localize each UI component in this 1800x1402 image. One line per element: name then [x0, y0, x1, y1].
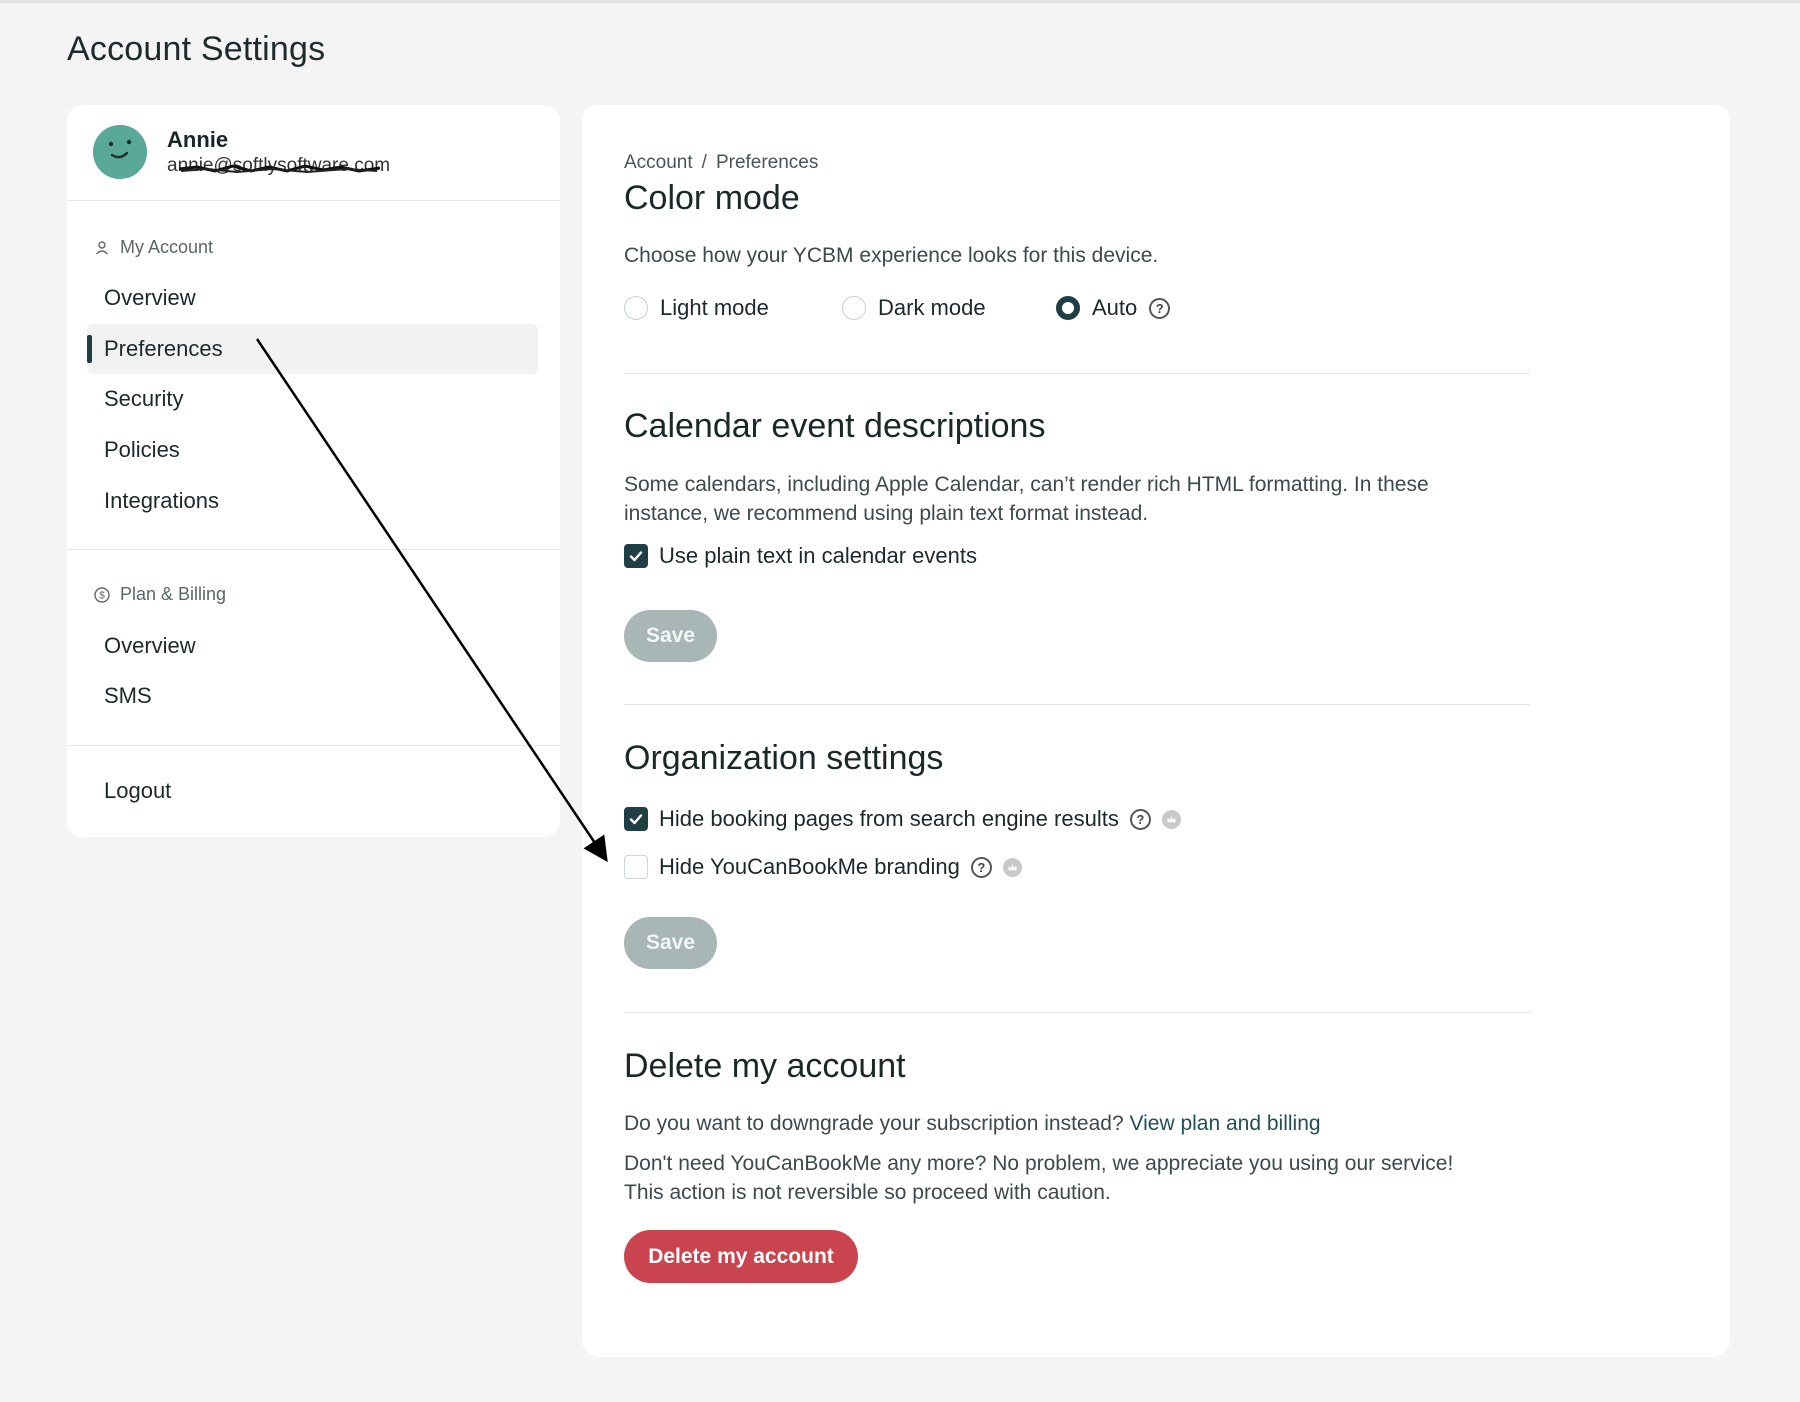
save-organization-button[interactable]: Save	[624, 917, 717, 969]
delete-account-title: Delete my account	[624, 1047, 906, 1085]
organization-settings-title: Organization settings	[624, 739, 944, 777]
radio-label: Dark mode	[878, 295, 986, 320]
color-mode-title: Color mode	[624, 179, 800, 217]
sidebar-item-billing-overview[interactable]: Overview	[87, 621, 538, 671]
color-mode-description: Choose how your YCBM experience looks fo…	[624, 244, 1159, 267]
checkmark-icon	[629, 814, 643, 825]
my-account-heading: My Account	[94, 237, 213, 258]
top-border	[0, 0, 1800, 3]
hide-search-results-checkbox[interactable]	[624, 807, 648, 831]
preferences-panel: Account / Preferences Color mode Choose ho…	[582, 105, 1730, 1357]
help-icon[interactable]: ?	[1149, 297, 1171, 319]
sidebar-item-security[interactable]: Security	[87, 374, 538, 424]
hide-search-results-row[interactable]: Hide booking pages from search engine re…	[624, 806, 1181, 832]
sidebar-item-sms[interactable]: SMS	[87, 671, 538, 721]
delete-warning-line2: This action is not reversible so proceed…	[624, 1181, 1111, 1204]
page-title: Account Settings	[67, 30, 326, 68]
sidebar-item-preferences[interactable]: Preferences	[87, 324, 538, 374]
email-redaction-scribble	[178, 164, 381, 174]
premium-crown-icon	[1161, 809, 1181, 829]
delete-warning-line1: Don't need YouCanBookMe any more? No pro…	[624, 1152, 1454, 1175]
hide-branding-checkbox[interactable]	[624, 855, 648, 879]
logout-link[interactable]: Logout	[87, 766, 538, 816]
radio-circle[interactable]	[624, 296, 648, 320]
profile-header: Annie annie@softlysoftware.com	[67, 105, 560, 201]
calendar-description-line1: Some calendars, including Apple Calendar…	[624, 473, 1429, 496]
radio-circle[interactable]	[842, 296, 866, 320]
breadcrumb-current: Preferences	[715, 152, 819, 173]
auto-mode-radio[interactable]: Auto ?	[1056, 295, 1171, 321]
view-plan-billing-link[interactable]: View plan and billing	[1129, 1112, 1320, 1135]
save-calendar-button[interactable]: Save	[624, 610, 717, 662]
sidebar-item-policies[interactable]: Policies	[87, 425, 538, 475]
my-account-heading-label: My Account	[120, 237, 214, 257]
sidebar-item-overview[interactable]: Overview	[87, 273, 538, 323]
dark-mode-radio[interactable]: Dark mode	[842, 295, 1056, 321]
calendar-description-line2: instance, we recommend using plain text …	[624, 502, 1149, 525]
color-mode-options: Light mode Dark mode Auto ?	[624, 290, 1171, 326]
plan-billing-heading-label: Plan & Billing	[120, 584, 227, 604]
sidebar-item-integrations[interactable]: Integrations	[87, 476, 538, 526]
radio-label: Light mode	[660, 295, 769, 320]
breadcrumb: Account / Preferences	[624, 152, 818, 174]
settings-sidebar: Annie annie@softlysoftware.com My Accoun…	[67, 105, 560, 837]
calendar-descriptions-title: Calendar event descriptions	[624, 407, 1046, 445]
avatar	[93, 125, 147, 179]
hide-branding-row[interactable]: Hide YouCanBookMe branding ?	[624, 854, 1022, 880]
plain-text-checkbox-row[interactable]: Use plain text in calendar events	[624, 543, 977, 569]
radio-circle-selected[interactable]	[1056, 296, 1080, 320]
breadcrumb-account[interactable]: Account	[624, 152, 693, 173]
hide-branding-label: Hide YouCanBookMe branding	[659, 854, 960, 879]
radio-label: Auto	[1092, 295, 1138, 320]
smiley-avatar-icon	[93, 125, 147, 179]
plain-text-checkbox-label: Use plain text in calendar events	[659, 543, 977, 568]
section-divider	[624, 373, 1530, 374]
svg-text:$: $	[99, 590, 105, 601]
help-icon[interactable]: ?	[1129, 808, 1151, 830]
downgrade-text: Do you want to downgrade your subscripti…	[624, 1112, 1124, 1135]
sidebar-divider	[67, 549, 560, 550]
section-divider	[624, 704, 1530, 705]
user-icon	[95, 240, 109, 254]
profile-name: Annie	[167, 127, 229, 152]
downgrade-paragraph: Do you want to downgrade your subscripti…	[624, 1109, 1530, 1138]
breadcrumb-separator: /	[701, 152, 707, 173]
checkmark-icon	[629, 551, 643, 562]
light-mode-radio[interactable]: Light mode	[624, 295, 842, 321]
section-divider	[624, 1012, 1530, 1013]
plan-billing-heading: $ Plan & Billing	[94, 584, 226, 605]
help-icon[interactable]: ?	[970, 856, 992, 878]
dollar-icon: $	[94, 586, 110, 603]
premium-crown-icon	[1002, 857, 1022, 877]
delete-account-button[interactable]: Delete my account	[624, 1230, 858, 1283]
plain-text-checkbox[interactable]	[624, 544, 648, 568]
hide-search-results-label: Hide booking pages from search engine re…	[659, 806, 1119, 831]
sidebar-divider	[67, 745, 560, 746]
